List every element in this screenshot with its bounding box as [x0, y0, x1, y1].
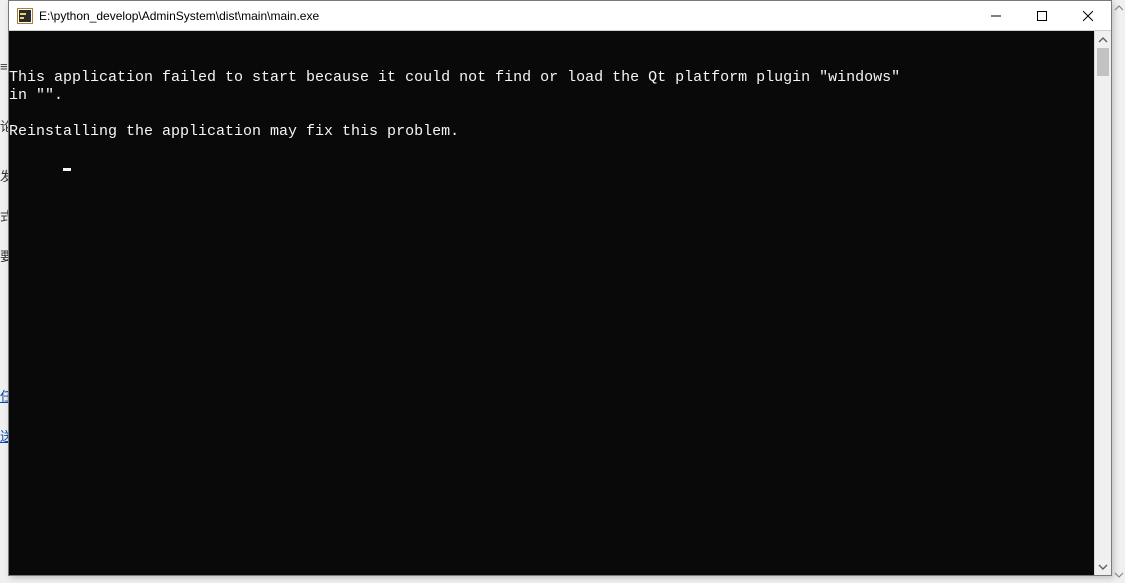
scrollbar-thumb[interactable] — [1097, 48, 1109, 76]
page-scroll-up-icon[interactable] — [1114, 0, 1124, 16]
background-text-fragment: ≡ — [0, 60, 8, 73]
minimize-button[interactable] — [973, 1, 1019, 30]
exe-icon — [17, 8, 33, 24]
text-cursor — [63, 168, 71, 171]
console-scrollbar[interactable] — [1094, 31, 1111, 575]
titlebar[interactable]: E:\python_develop\AdminSystem\dist\main\… — [9, 1, 1111, 31]
page-scroll-down-icon[interactable] — [1114, 567, 1124, 583]
window-title: E:\python_develop\AdminSystem\dist\main\… — [39, 9, 973, 23]
window-controls — [973, 1, 1111, 30]
console-output[interactable]: This application failed to start because… — [9, 31, 1094, 575]
app-window: E:\python_develop\AdminSystem\dist\main\… — [8, 0, 1112, 576]
console-text: This application failed to start because… — [9, 69, 1094, 141]
scroll-down-button[interactable] — [1095, 558, 1111, 575]
scrollbar-track[interactable] — [1095, 48, 1111, 558]
maximize-button[interactable] — [1019, 1, 1065, 30]
client-area: This application failed to start because… — [9, 31, 1111, 575]
scroll-up-button[interactable] — [1095, 31, 1111, 48]
page-scrollbar — [1113, 0, 1125, 583]
close-button[interactable] — [1065, 1, 1111, 30]
